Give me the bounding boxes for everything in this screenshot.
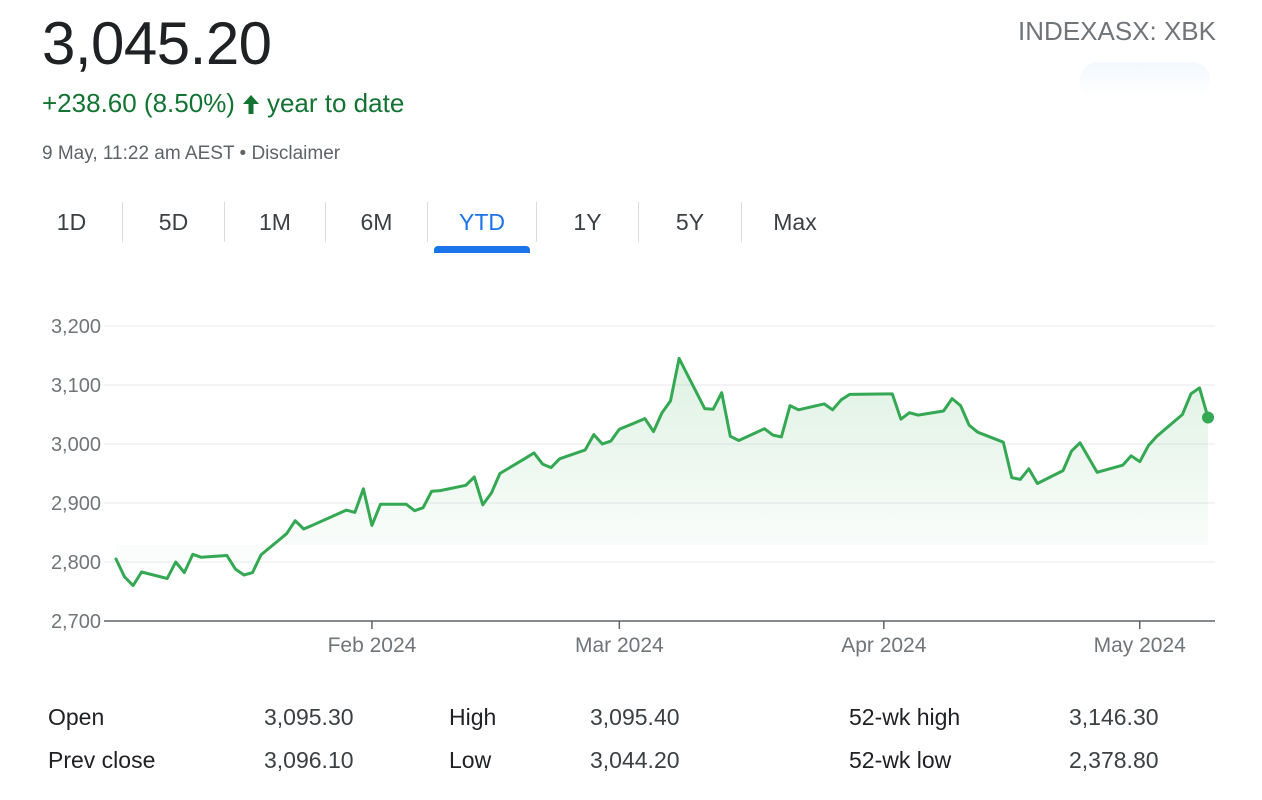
change-value: +238.60 (8.50%) (42, 88, 235, 118)
stat-52wk-high-value: 3,146.30 (1069, 704, 1159, 731)
x-tick-label: Mar 2024 (575, 634, 664, 657)
stat-52wk-low: 52-wk low (849, 747, 951, 774)
change-period: year to date (266, 88, 405, 118)
stat-label: 52-wk low (849, 747, 952, 773)
separator-dot: • (239, 143, 247, 164)
tab-5d[interactable]: 5D (123, 200, 224, 244)
y-tick-label: 2,800 (51, 552, 101, 574)
tab-1m[interactable]: 1M (225, 200, 325, 244)
ticker-symbol: INDEXASX: XBK (1018, 16, 1216, 46)
stat-low: Low (449, 747, 491, 774)
y-tick-label: 3,100 (51, 375, 101, 397)
stat-low-value: 3,044.20 (590, 747, 680, 774)
y-tick-label: 3,200 (51, 316, 101, 338)
stat-label: Open (48, 704, 105, 730)
stat-label: High (449, 704, 497, 730)
x-tick-label: May 2024 (1094, 634, 1187, 657)
stat-label: Prev close (48, 747, 156, 773)
y-tick-label: 2,900 (51, 493, 101, 515)
stat-52wk-low-value: 2,378.80 (1069, 747, 1159, 774)
range-tabs: 1D 5D 1M 6M YTD 1Y 5Y Max (21, 200, 848, 253)
stat-value: 3,095.40 (590, 704, 680, 730)
tab-1d[interactable]: 1D (21, 200, 122, 244)
stat-prev-close: Prev close (48, 747, 155, 774)
price-chart[interactable]: 3,200 3,100 3,000 2,900 2,800 2,700 Feb 2024 Ma… (0, 300, 1262, 670)
stat-label: Low (449, 747, 492, 773)
stat-value: 3,096.10 (264, 747, 354, 773)
stat-open-value: 3,095.30 (264, 704, 354, 731)
stat-value: 3,095.30 (264, 704, 354, 730)
ticker-chip (1080, 62, 1210, 98)
disclaimer-link[interactable]: Disclaimer (251, 143, 340, 164)
stat-prev-close-value: 3,096.10 (264, 747, 354, 774)
timestamp: 9 May, 11:22 am AEST (42, 143, 235, 164)
current-price: 3,045.20 (42, 10, 272, 77)
tab-1y[interactable]: 1Y (537, 200, 638, 244)
stat-open: Open (48, 704, 104, 731)
x-tick-label: Feb 2024 (328, 634, 417, 657)
tab-max[interactable]: Max (742, 200, 848, 244)
y-tick-label: 2,700 (51, 611, 101, 633)
stat-high-value: 3,095.40 (590, 704, 680, 731)
x-tick-label: Apr 2024 (841, 634, 927, 657)
stat-label: 52-wk high (849, 704, 961, 730)
stat-value: 2,378.80 (1069, 747, 1159, 773)
quote-meta: 9 May, 11:22 am AEST • Disclaimer (42, 143, 340, 165)
stat-high: High (449, 704, 496, 731)
price-change: +238.60 (8.50%) year to date (42, 88, 404, 119)
arrow-up-icon (241, 92, 261, 116)
stat-52wk-high: 52-wk high (849, 704, 960, 731)
stats-table: Open 3,095.30 Prev close 3,096.10 High 3… (48, 700, 1248, 790)
tab-6m[interactable]: 6M (326, 200, 427, 244)
stat-value: 3,044.20 (590, 747, 680, 773)
stat-value: 3,146.30 (1069, 704, 1159, 730)
area-fill (116, 358, 1208, 586)
tab-ytd[interactable]: YTD (428, 200, 536, 253)
tab-5y[interactable]: 5Y (639, 200, 741, 244)
y-tick-label: 3,000 (51, 434, 101, 456)
current-value-dot (1202, 411, 1214, 424)
